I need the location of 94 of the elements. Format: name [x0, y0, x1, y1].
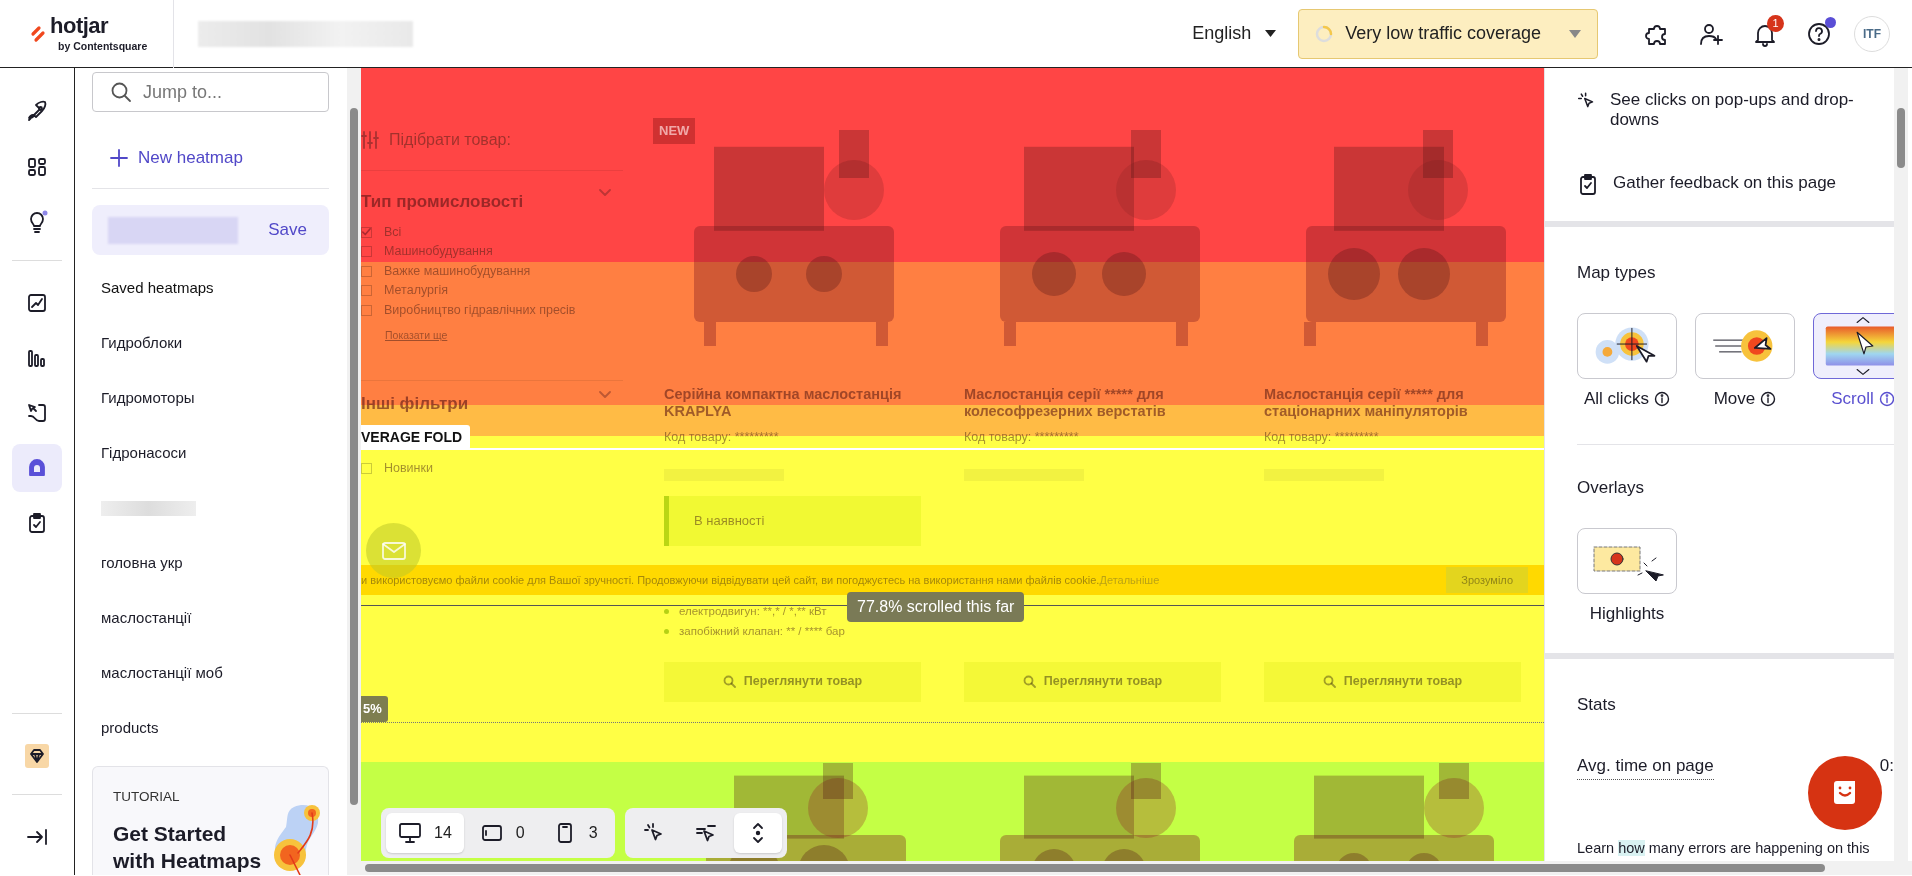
scroll-reach-tooltip: 77.8% scrolled this far — [847, 592, 1025, 622]
scrollbar[interactable] — [1894, 68, 1908, 861]
saved-heatmap-item[interactable]: маслостанції моб — [92, 646, 329, 701]
learn-how-link[interactable]: how — [1618, 839, 1645, 856]
info-icon — [1654, 391, 1671, 408]
search-icon — [722, 675, 736, 689]
stat-label[interactable]: Avg. time on page — [1577, 753, 1714, 780]
device-tab[interactable]: 0 — [467, 813, 537, 853]
bullet-icon — [664, 609, 669, 615]
envelope-icon — [381, 541, 406, 560]
overlay-card[interactable] — [1577, 528, 1677, 595]
section-title: Map types — [1576, 261, 1657, 284]
search-icon — [110, 81, 132, 103]
gem-icon — [25, 744, 49, 768]
saved-heatmap-item[interactable]: головна укр — [92, 536, 329, 591]
scrollbar[interactable] — [347, 68, 361, 875]
section-heading: Saved heatmaps — [100, 278, 215, 299]
logo-text: hotjar — [50, 15, 110, 38]
average-fold-label: VERAGE FOLD — [361, 425, 471, 450]
dashboard-icon — [25, 155, 49, 179]
caret-icon — [1265, 29, 1277, 38]
tutorial-eyebrow: TUTORIAL — [113, 788, 181, 806]
filter-group-title: Тип промисловості — [361, 191, 524, 213]
search-field[interactable]: Jump to... — [92, 72, 329, 112]
filter-option: Всі — [384, 222, 402, 242]
filter-title: Підібрати товар: — [389, 130, 511, 150]
info-icon — [1878, 391, 1894, 408]
new-badge: NEW — [653, 118, 696, 144]
logo-icon — [30, 24, 46, 43]
clipboard-check-icon — [1577, 172, 1599, 195]
notification-count: 1 — [1767, 14, 1784, 32]
map-type-card[interactable] — [1695, 313, 1795, 380]
rocket-icon — [25, 100, 49, 124]
new-heatmap-button[interactable]: New heatmap — [92, 128, 261, 188]
checkbox[interactable] — [361, 462, 372, 474]
scroll-percent-label: 5% — [361, 696, 388, 722]
errors-note: Learn how many errors are happening on this — [1576, 838, 1871, 858]
map-type-card[interactable] — [1813, 313, 1894, 380]
overlay-label[interactable]: Highlights — [1589, 601, 1665, 627]
product-spec: електродвигун: **,* / *,** кВт — [679, 604, 827, 620]
checkbox[interactable] — [361, 285, 372, 297]
traffic-coverage-dropdown[interactable]: Very low traffic coverage — [1298, 8, 1598, 59]
map-type-label[interactable]: Scroll — [1831, 386, 1874, 412]
cookie-text: и використовуємо файли cookie для Вашої зручності. Продовжуючи відвідувати цей сайт, ви погоджуєтесь на використання нами файлів cookie. — [361, 572, 1100, 588]
check-icon — [362, 226, 371, 238]
logo-subtitle: by Contentsquare — [58, 41, 148, 52]
filter-option: Виробництво гідравлічних пресів — [384, 300, 576, 320]
saved-heatmap-item[interactable]: Гідронасоси — [92, 426, 329, 481]
filter-option: Важке машинобудування — [384, 261, 531, 281]
search-icon — [1322, 675, 1336, 689]
device-tab[interactable]: 14 — [386, 813, 464, 853]
map-type-card[interactable] — [1577, 313, 1677, 380]
help-icon — [1806, 20, 1832, 47]
checkbox[interactable] — [361, 226, 372, 238]
tutorial-card[interactable]: TUTORIAL Get Started with Heatmaps — [92, 766, 329, 875]
stat-value: 0: — [1879, 755, 1894, 778]
trend-chart-icon — [25, 291, 49, 315]
saved-heatmap-item[interactable]: маслостанції — [92, 591, 329, 646]
section-title: Stats — [1576, 693, 1617, 716]
info-icon — [1760, 391, 1777, 408]
filter-option: Металургія — [384, 281, 449, 301]
checkbox[interactable] — [361, 304, 372, 316]
checkbox[interactable] — [361, 265, 372, 277]
plus-icon — [110, 149, 128, 167]
cursor-path-icon — [25, 401, 49, 425]
filter-option: Машинобудування — [384, 242, 493, 262]
saved-heatmap-item[interactable]: Гидроблоки — [92, 316, 329, 371]
language-dropdown[interactable]: English — [1186, 19, 1283, 48]
chevron-down-icon — [599, 189, 611, 197]
notifications-button[interactable]: 1 — [1746, 14, 1784, 53]
save-button[interactable]: Save — [262, 216, 313, 244]
panel-action[interactable]: Gather feedback on this page — [1545, 172, 1869, 195]
chevron-down-icon — [599, 391, 611, 399]
caret-icon — [1569, 29, 1581, 38]
saved-heatmap-item[interactable]: Гидромоторы — [92, 371, 329, 426]
tutorial-title: Get Started with Heatmaps — [113, 821, 263, 874]
map-type-label[interactable]: All clicks — [1583, 386, 1650, 412]
section-title: Overlays — [1576, 476, 1646, 499]
product-spec: запобіжний клапан: ** / **** бар — [679, 624, 845, 640]
filter-sliders-icon — [361, 131, 379, 149]
map-type-label[interactable]: Move — [1713, 386, 1756, 412]
scrollbar[interactable] — [361, 861, 1912, 875]
panel-action[interactable]: See clicks on pop-ups and drop-downs — [1545, 90, 1894, 131]
bullet-icon — [664, 629, 669, 635]
device-tab[interactable]: 3 — [540, 813, 610, 853]
availability-label: В наявності — [664, 495, 921, 546]
search-icon — [1022, 675, 1036, 689]
saved-heatmap-item[interactable]: products — [92, 701, 329, 756]
loading-icon — [1315, 24, 1334, 43]
filter-option: Новинки — [384, 458, 433, 478]
desktop-icon — [398, 821, 422, 845]
checkbox[interactable] — [361, 246, 372, 258]
map-tool-button[interactable] — [733, 813, 782, 853]
status-dot — [1825, 16, 1836, 28]
